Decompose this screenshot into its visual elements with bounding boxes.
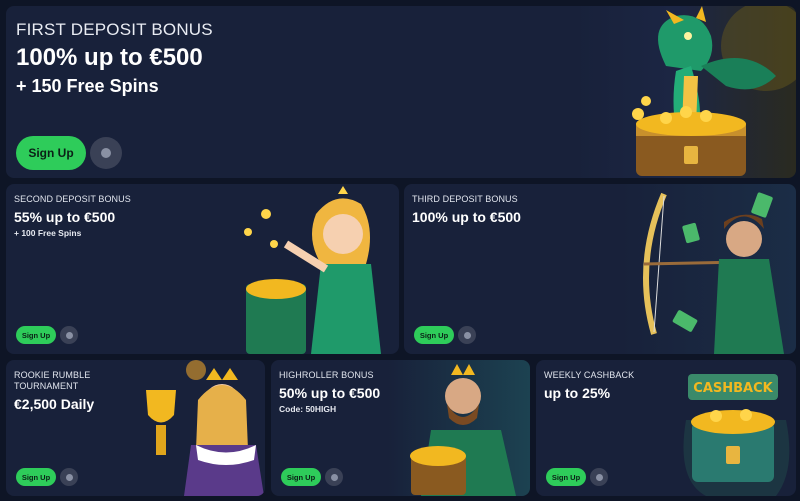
card-text: WEEKLY CASHBACK up to 25% — [544, 370, 634, 401]
sign-up-button[interactable]: Sign Up — [16, 326, 56, 344]
cashback-chest-illustration: CASHBACK — [683, 374, 790, 496]
card-kicker: THIRD DEPOSIT BONUS — [412, 194, 518, 204]
info-button[interactable] — [60, 326, 78, 344]
sign-up-button[interactable]: Sign Up — [414, 326, 454, 344]
card-subtitle: Code: 50HIGH — [279, 404, 337, 414]
weekly-cashback-card: WEEKLY CASHBACK up to 25% Sign Up CASHBA… — [536, 360, 796, 496]
dragon-treasure-illustration — [632, 6, 796, 176]
sign-up-button[interactable]: Sign Up — [16, 136, 86, 170]
info-button[interactable] — [458, 326, 476, 344]
card-actions: Sign Up — [281, 468, 343, 486]
second-deposit-bonus-card: SECOND DEPOSIT BONUS 55% up to €500 + 10… — [6, 184, 399, 354]
cashback-art-text: CASHBACK — [693, 381, 773, 396]
sign-up-button[interactable]: Sign Up — [16, 468, 56, 486]
info-icon — [65, 473, 73, 481]
card-kicker-line2: TOURNAMENT — [14, 381, 79, 391]
info-icon — [65, 331, 73, 339]
card-title: up to 25% — [544, 385, 611, 401]
info-icon — [595, 473, 603, 481]
card-title: 100% up to €500 — [412, 209, 521, 225]
info-button[interactable] — [90, 137, 122, 169]
card-subtitle: + 100 Free Spins — [14, 228, 82, 238]
card-title: 55% up to €500 — [14, 209, 116, 225]
info-icon — [330, 473, 338, 481]
card-actions: Sign Up — [546, 468, 608, 486]
info-button[interactable] — [60, 468, 78, 486]
rookie-rumble-tournament-card: ROOKIE RUMBLE TOURNAMENT €2,500 Daily Si… — [6, 360, 265, 496]
info-button[interactable] — [590, 468, 608, 486]
info-button[interactable] — [325, 468, 343, 486]
card-kicker-line1: ROOKIE RUMBLE — [14, 370, 91, 380]
card-text: ROOKIE RUMBLE TOURNAMENT €2,500 Daily — [14, 370, 94, 412]
card-text: SECOND DEPOSIT BONUS 55% up to €500 + 10… — [14, 194, 131, 238]
hero-subtitle: + 150 Free Spins — [16, 76, 159, 96]
princess-treasure-illustration — [244, 186, 381, 354]
card-title: €2,500 Daily — [14, 396, 95, 412]
hero-kicker: FIRST DEPOSIT BONUS — [16, 20, 213, 39]
sign-up-button[interactable]: Sign Up — [546, 468, 586, 486]
info-icon — [463, 331, 471, 339]
card-actions: Sign Up — [16, 468, 78, 486]
hero-title: 100% up to €500 — [16, 44, 203, 71]
card-title: 50% up to €500 — [279, 385, 381, 401]
card-kicker: HIGHROLLER BONUS — [279, 370, 374, 380]
hero-actions: Sign Up — [16, 136, 122, 170]
sign-up-button[interactable]: Sign Up — [281, 468, 321, 486]
first-deposit-bonus-card: FIRST DEPOSIT BONUS 100% up to €500 + 15… — [6, 6, 796, 178]
info-icon — [101, 148, 111, 158]
card-kicker: WEEKLY CASHBACK — [544, 370, 635, 380]
third-deposit-bonus-card: THIRD DEPOSIT BONUS 100% up to €500 Sign… — [404, 184, 796, 354]
card-actions: Sign Up — [16, 326, 78, 344]
card-actions: Sign Up — [414, 326, 476, 344]
card-text: THIRD DEPOSIT BONUS 100% up to €500 — [412, 194, 521, 225]
archer-illustration — [643, 192, 784, 354]
hero-text: FIRST DEPOSIT BONUS 100% up to €500 + 15… — [16, 20, 213, 97]
king-treasure-illustration — [410, 364, 516, 496]
queen-trophy-illustration — [146, 360, 264, 496]
card-text: HIGHROLLER BONUS 50% up to €500 Code: 50… — [279, 370, 380, 414]
highroller-bonus-card: HIGHROLLER BONUS 50% up to €500 Code: 50… — [271, 360, 530, 496]
card-kicker: SECOND DEPOSIT BONUS — [14, 194, 131, 204]
